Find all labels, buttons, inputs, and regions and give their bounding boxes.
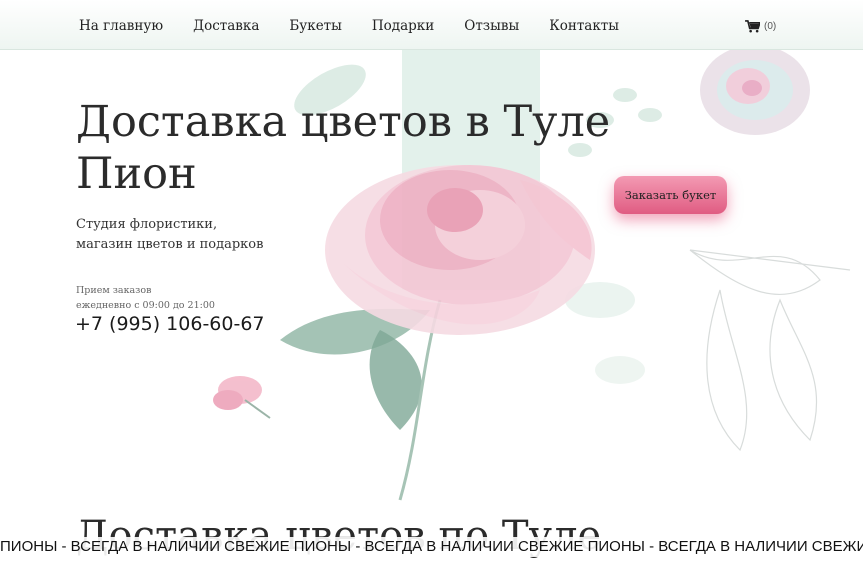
hero-subtitle-line2: магазин цветов и подарков <box>76 237 264 252</box>
nav-gifts[interactable]: Подарки <box>372 18 434 34</box>
nav-delivery[interactable]: Доставка <box>193 18 259 34</box>
main-nav: На главную Доставка Букеты Подарки Отзыв… <box>79 18 649 34</box>
nav-contacts[interactable]: Контакты <box>549 18 619 34</box>
hero-subtitle-line1: Студия флористики, <box>76 217 218 232</box>
cart-button[interactable]: (0) <box>745 20 776 33</box>
hero-subtitle: Студия флористики, магазин цветов и пода… <box>76 215 376 255</box>
shopping-cart-icon <box>745 20 760 33</box>
marquee-text: ПИОНЫ - ВСЕГДА В НАЛИЧИИ СВЕЖИЕ ПИОНЫ - … <box>0 538 863 555</box>
phone-number[interactable]: +7 (995) 106-60-67 <box>75 313 265 335</box>
hero-title: Доставка цветов в Туле Пион <box>76 96 676 200</box>
site-header: На главную Доставка Букеты Подарки Отзыв… <box>0 0 863 50</box>
nav-bouquets[interactable]: Букеты <box>289 18 342 34</box>
order-hours-value: ежедневно с 09:00 до 21:00 <box>76 300 215 311</box>
order-bouquet-button[interactable]: Заказать букет <box>614 176 727 214</box>
hero-title-line2: Пион <box>76 149 197 199</box>
hero-title-line1: Доставка цветов в Туле <box>76 97 611 147</box>
nav-reviews[interactable]: Отзывы <box>464 18 519 34</box>
order-hours-label: Прием заказов <box>76 285 152 296</box>
marquee-banner: ПИОНЫ - ВСЕГДА В НАЛИЧИИ СВЕЖИЕ ПИОНЫ - … <box>0 537 863 557</box>
nav-home[interactable]: На главную <box>79 18 163 34</box>
order-hours: Прием заказов ежедневно с 09:00 до 21:00 <box>76 283 215 313</box>
cart-count: (0) <box>764 21 777 32</box>
